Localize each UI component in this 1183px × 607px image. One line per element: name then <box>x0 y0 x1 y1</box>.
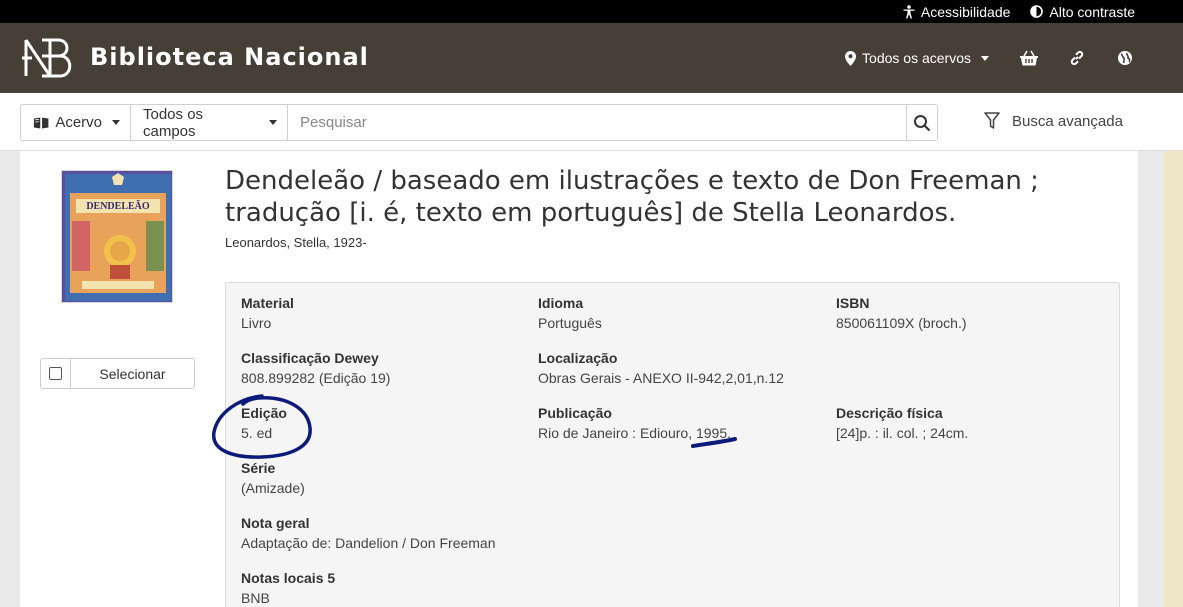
record-card: DENDELEÃO Selecionar Dendeleão / baseado… <box>20 151 1138 607</box>
field-edicao: Edição 5. ed <box>241 405 287 441</box>
high-contrast-toggle[interactable]: Alto contraste <box>1030 4 1135 20</box>
field-value: 5. ed <box>241 425 273 441</box>
field-nota-geral: Nota geral Adaptação de: Dandelion / Don… <box>241 515 496 551</box>
contrast-icon <box>1030 5 1044 18</box>
brand-name[interactable]: Biblioteca Nacional <box>90 43 369 71</box>
book-cover-image: DENDELEÃO <box>62 171 172 302</box>
bn-logo-icon[interactable] <box>20 32 74 84</box>
field-publicacao: Publicação Rio de Janeiro : Ediouro, 199… <box>538 405 731 441</box>
book-icon <box>33 117 49 128</box>
collections-label: Todos os acervos <box>862 50 971 66</box>
basket-button[interactable] <box>1019 48 1039 68</box>
search-input[interactable] <box>288 105 906 140</box>
field-select[interactable]: Todos os campos <box>131 105 288 140</box>
field-idioma: Idioma Português <box>538 295 602 331</box>
accessibility-bar: Acessibilidade Alto contraste <box>0 0 1183 23</box>
search-bar: Acervo Todos os campos Busca avançada <box>0 93 1183 151</box>
field-value: Adaptação de: Dandelion / Don Freeman <box>241 535 496 551</box>
side-panel-edge <box>1164 151 1183 607</box>
field-serie: Série (Amizade) <box>241 460 305 496</box>
field-localizacao: Localização Obras Gerais - ANEXO II-942,… <box>538 350 784 386</box>
page-gutter <box>1138 151 1164 607</box>
field-material: Material Livro <box>241 295 294 331</box>
basket-icon <box>1020 50 1038 66</box>
field-label: Série <box>241 460 276 476</box>
field-label: Nota geral <box>241 515 310 531</box>
field-label: Publicação <box>538 405 612 421</box>
high-contrast-label: Alto contraste <box>1049 3 1135 20</box>
field-value: 808.899282 (Edição 19) <box>241 370 391 386</box>
advanced-search-label: Busca avançada <box>1012 112 1123 130</box>
accessibility-link[interactable]: Acessibilidade <box>903 3 1011 20</box>
filter-icon <box>984 112 1000 129</box>
field-label: Material <box>241 295 294 311</box>
field-value: 850061109X (broch.) <box>836 315 967 331</box>
globe-icon <box>1118 51 1132 65</box>
accessibility-label: Acessibilidade <box>920 3 1011 20</box>
field-isbn: ISBN 850061109X (broch.) <box>836 295 967 331</box>
record-title-line-1: Dendeleão / baseado em ilustrações e tex… <box>225 166 1039 196</box>
field-label: Notas locais 5 <box>241 570 336 586</box>
advanced-search-link[interactable]: Busca avançada <box>984 112 1123 130</box>
field-label: ISBN <box>836 295 870 311</box>
field-dewey: Classificação Dewey 808.899282 (Edição 1… <box>241 350 390 386</box>
cover-title: DENDELEÃO <box>86 200 150 212</box>
map-marker-icon <box>845 50 857 66</box>
field-label: Classificação Dewey <box>241 350 379 366</box>
search-box: Acervo Todos os campos <box>20 104 938 141</box>
field-notas-locais: Notas locais 5 BNB <box>241 570 335 606</box>
select-label: Selecionar <box>99 365 166 382</box>
chevron-down-icon <box>269 120 277 125</box>
field-value: Livro <box>241 315 272 331</box>
record-author[interactable]: Leonardos, Stella, 1923- <box>225 235 367 250</box>
accessibility-icon <box>903 4 915 18</box>
field-value: Rio de Janeiro : Ediouro, 1995. <box>538 425 732 441</box>
book-cover[interactable]: DENDELEÃO <box>61 170 173 303</box>
field-value: BNB <box>241 590 270 606</box>
language-button[interactable] <box>1115 48 1135 68</box>
field-value: (Amizade) <box>241 480 305 496</box>
field-label: Localização <box>538 350 618 366</box>
chevron-down-icon <box>112 120 120 125</box>
link-button[interactable] <box>1067 48 1087 68</box>
link-icon <box>1070 50 1084 66</box>
field-label: Descrição física <box>836 405 943 421</box>
collections-dropdown[interactable]: Todos os acervos <box>845 50 989 66</box>
collection-select-label: Acervo <box>55 114 102 131</box>
site-header: Biblioteca Nacional Todos os acervos <box>0 23 1183 93</box>
collection-select[interactable]: Acervo <box>21 105 131 140</box>
field-label: Idioma <box>538 295 584 311</box>
field-value: Obras Gerais - ANEXO II-942,2,01,n.12 <box>538 370 784 386</box>
record-title-line-2: tradução [i. é, texto em português] de S… <box>225 198 957 228</box>
record-title: Dendeleão / baseado em ilustrações e tex… <box>225 165 1105 229</box>
field-value: Português <box>538 315 602 331</box>
select-record-button[interactable]: Selecionar <box>40 358 195 389</box>
record-details: Material Livro Idioma Português ISBN 850… <box>225 282 1120 607</box>
search-icon <box>914 114 931 131</box>
search-button[interactable] <box>906 105 937 140</box>
chevron-down-icon <box>981 55 989 61</box>
field-select-label: Todos os campos <box>143 105 204 140</box>
field-value: [24]p. : il. col. ; 24cm. <box>836 425 969 441</box>
field-label: Edição <box>241 405 287 421</box>
select-checkbox[interactable] <box>41 359 71 388</box>
field-descricao-fisica: Descrição física [24]p. : il. col. ; 24c… <box>836 405 968 441</box>
